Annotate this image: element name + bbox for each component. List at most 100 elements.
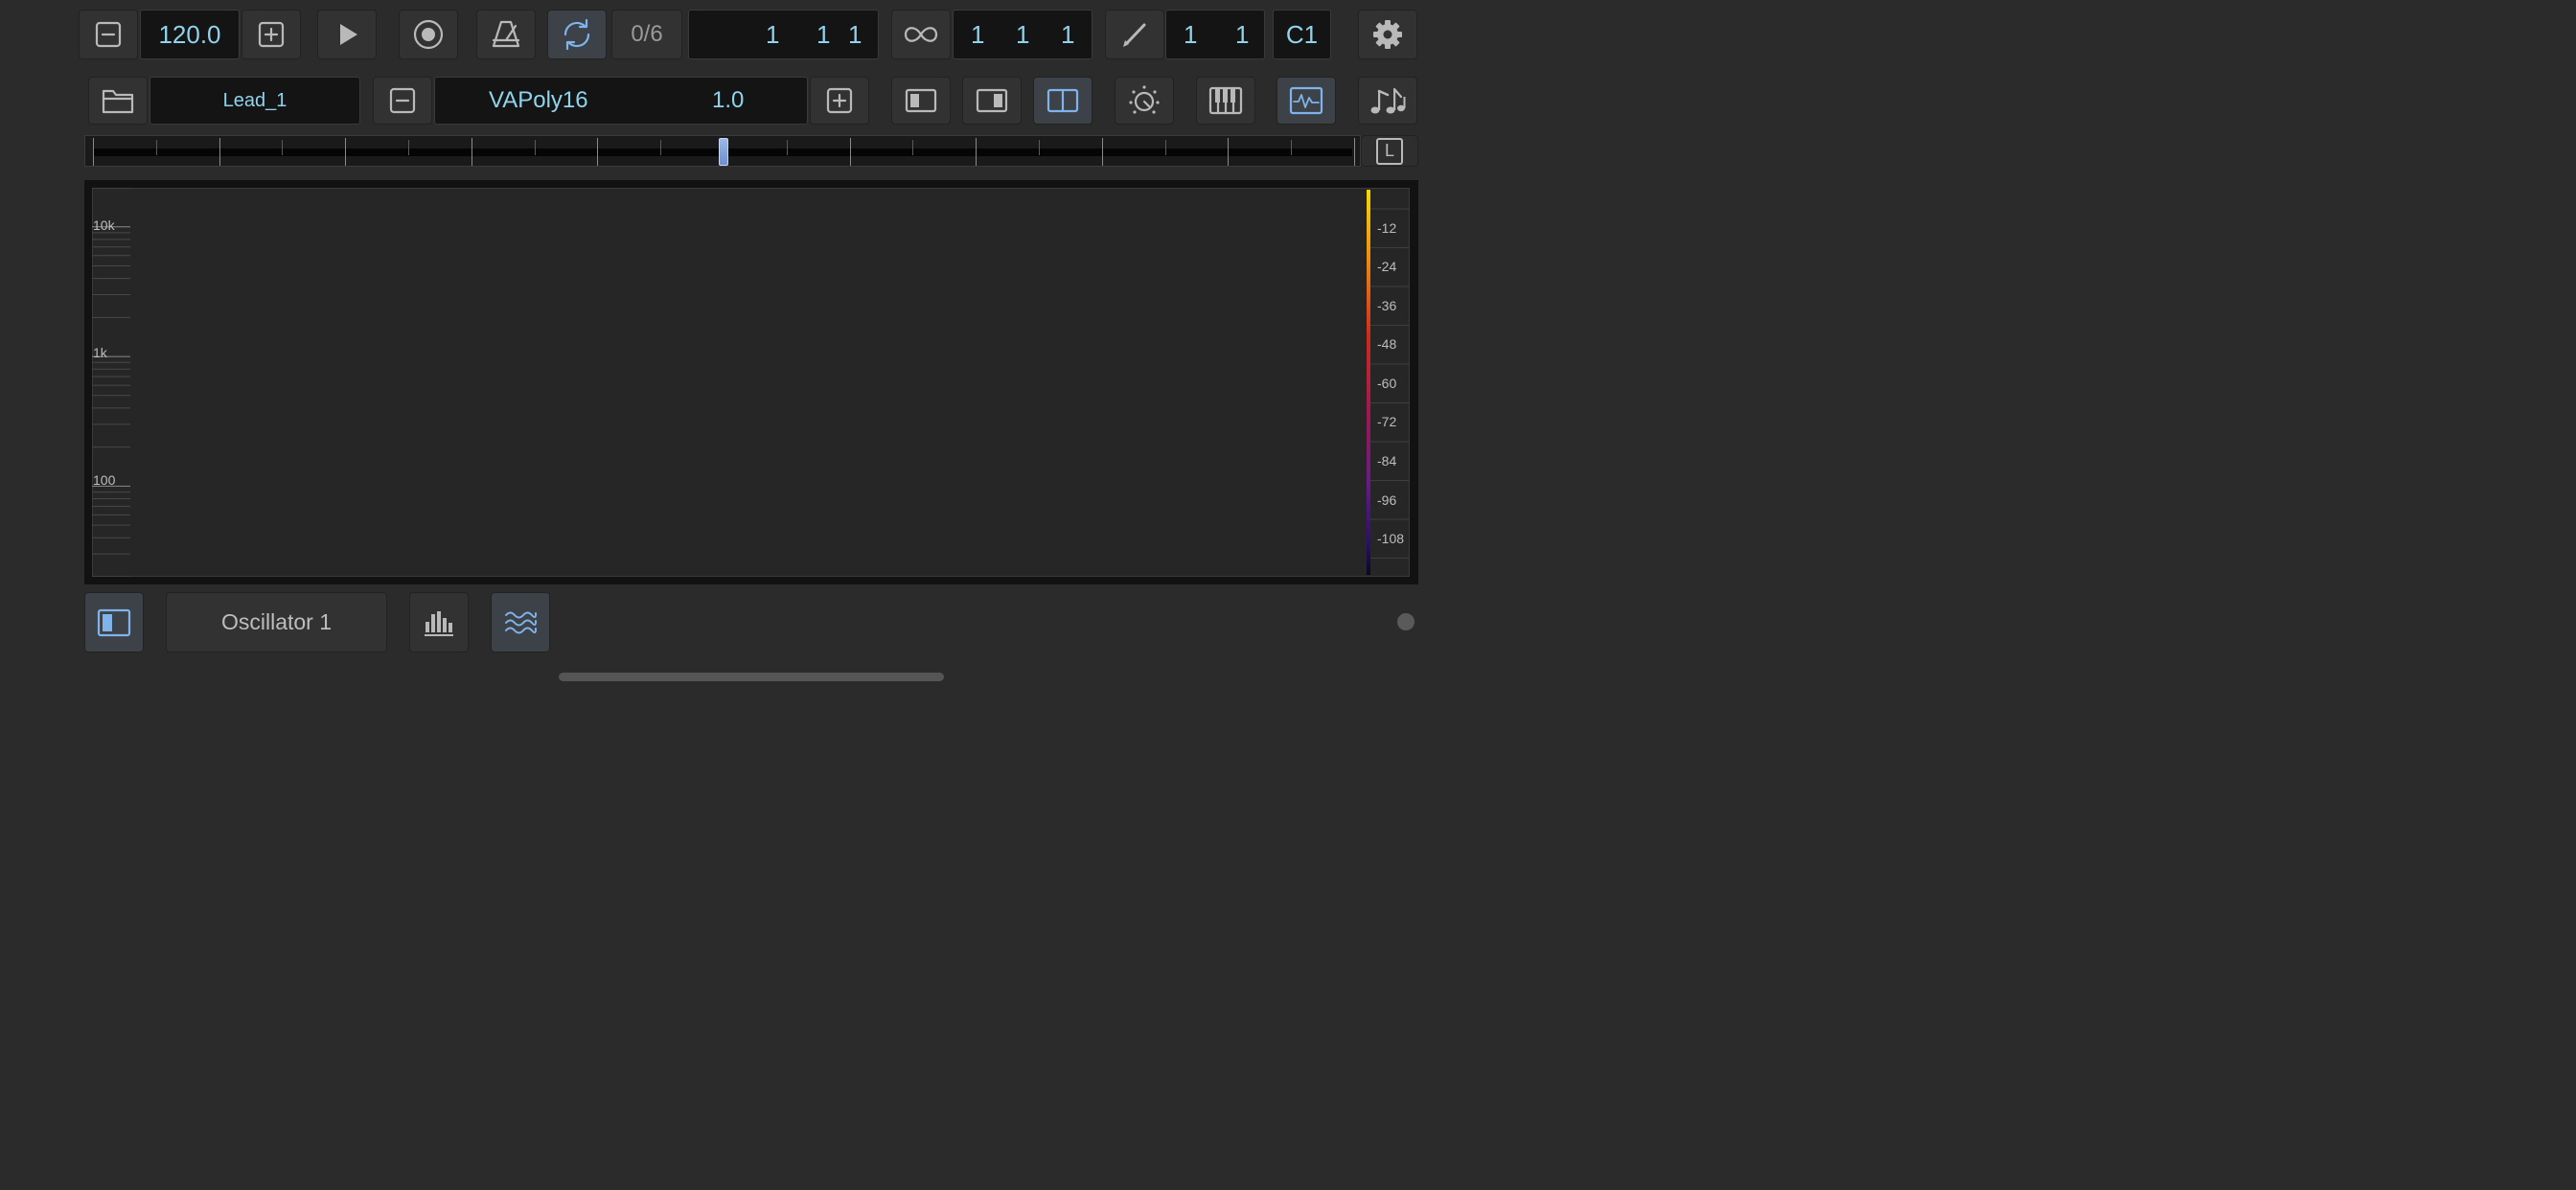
keyboard-view-button[interactable] xyxy=(1196,77,1255,125)
panel-toggle-icon xyxy=(97,608,131,636)
position-display[interactable]: 1 1 1 xyxy=(688,10,879,59)
db-label-48: -48 xyxy=(1377,336,1397,352)
timeline-tick xyxy=(1291,140,1293,155)
waveform-icon xyxy=(1289,86,1323,115)
instrument-field[interactable]: VAPoly16 1.0 xyxy=(434,77,808,125)
key-display[interactable]: C1 xyxy=(1273,10,1331,59)
notes-icon xyxy=(1370,87,1406,114)
db-label-96: -96 xyxy=(1377,492,1397,508)
timeline-tick xyxy=(1039,140,1040,155)
bars-icon xyxy=(425,610,453,636)
timeline-tick xyxy=(849,138,851,166)
spectrogram-panel[interactable]: 10k 1k 100 -12 -24 -36 -48 -60 -72 -84 -… xyxy=(84,180,1418,584)
instrument-next-button[interactable] xyxy=(810,77,869,125)
tempo-value: 120.0 xyxy=(158,19,221,49)
count-in-button[interactable]: 0/6 xyxy=(611,10,682,59)
spectrum-view-button[interactable] xyxy=(1276,77,1336,125)
panel-left-button[interactable] xyxy=(891,77,951,125)
timeline-tick xyxy=(534,140,536,155)
source-select-button[interactable]: Oscillator 1 xyxy=(166,592,387,652)
freq-label-100: 100 xyxy=(93,472,116,488)
timeline-tick xyxy=(155,140,157,155)
pencil-icon xyxy=(1123,23,1146,47)
timeline-tick xyxy=(1164,140,1166,155)
loop-icon xyxy=(564,18,590,51)
play-icon xyxy=(340,24,357,45)
timeline-tick xyxy=(786,140,788,155)
settings-button[interactable] xyxy=(1358,10,1417,59)
home-indicator xyxy=(559,673,944,681)
record-button[interactable] xyxy=(399,10,458,59)
plus-icon xyxy=(258,21,285,48)
record-icon xyxy=(413,19,444,50)
minus-icon xyxy=(95,21,122,48)
edit-grid-b: 1 xyxy=(1235,19,1250,49)
side-panel-toggle-button[interactable] xyxy=(84,592,144,652)
metronome-icon xyxy=(492,20,520,48)
panel-left-icon xyxy=(905,88,937,113)
source-label: Oscillator 1 xyxy=(220,609,333,634)
position-tick: 1 xyxy=(848,19,862,49)
preset-name: Lead_1 xyxy=(222,89,288,111)
preset-name-field[interactable]: Lead_1 xyxy=(150,77,360,125)
timeline-tick xyxy=(93,138,94,166)
loop-toggle-button[interactable] xyxy=(547,10,607,59)
minus-icon xyxy=(389,87,416,114)
notes-view-button[interactable] xyxy=(1358,77,1417,125)
folder-icon xyxy=(102,89,134,114)
timeline-tick xyxy=(282,140,284,155)
timeline-tick xyxy=(1354,138,1355,166)
tempo-increment-button[interactable] xyxy=(242,10,301,59)
infinite-loop-button[interactable] xyxy=(891,10,951,59)
knob-icon xyxy=(1129,85,1160,114)
waves-view-button[interactable] xyxy=(491,592,550,652)
count-in-label: 0/6 xyxy=(631,21,663,47)
loop-length-display[interactable]: 1 1 1 xyxy=(953,10,1092,59)
timeline-lock-label: L xyxy=(1384,141,1394,160)
loop-length-tick: 1 xyxy=(1061,19,1075,49)
edit-tool-button[interactable] xyxy=(1105,10,1164,59)
freq-label-10k: 10k xyxy=(93,217,115,233)
timeline-tick xyxy=(976,138,978,166)
controls-view-button[interactable] xyxy=(1115,77,1174,125)
open-preset-button[interactable] xyxy=(88,77,148,125)
gear-icon xyxy=(1373,20,1402,49)
edit-grid-a: 1 xyxy=(1184,19,1198,49)
instrument-prev-button[interactable] xyxy=(373,77,432,125)
db-label-108: -108 xyxy=(1377,531,1405,546)
keyboard-icon xyxy=(1208,86,1243,115)
timeline-tick xyxy=(345,138,347,166)
key-value: C1 xyxy=(1285,19,1319,49)
edit-grid-display[interactable]: 1 1 xyxy=(1165,10,1265,59)
position-bar: 1 xyxy=(766,19,780,49)
timeline-playhead[interactable] xyxy=(719,138,728,166)
timeline-tick xyxy=(660,140,662,155)
panel-right-icon xyxy=(976,88,1008,113)
timeline-ruler[interactable] xyxy=(84,135,1361,167)
tempo-decrement-button[interactable] xyxy=(79,10,138,59)
timeline-tick xyxy=(912,140,914,155)
play-button[interactable] xyxy=(317,10,377,59)
db-label-72: -72 xyxy=(1377,414,1397,429)
db-label-24: -24 xyxy=(1377,259,1397,274)
timeline-tick xyxy=(218,138,220,166)
db-label-12: -12 xyxy=(1377,220,1397,236)
plus-icon xyxy=(826,87,853,114)
instrument-name: VAPoly16 xyxy=(489,87,588,113)
timeline-tick xyxy=(1101,138,1103,166)
position-beat: 1 xyxy=(816,19,831,49)
spectrogram-area xyxy=(92,188,1410,577)
timeline-lock-button[interactable]: L xyxy=(1361,135,1418,167)
loop-length-bar: 1 xyxy=(971,19,985,49)
freq-label-1k: 1k xyxy=(93,345,107,360)
db-label-84: -84 xyxy=(1377,453,1397,469)
infinity-icon xyxy=(904,27,938,42)
loop-length-beat: 1 xyxy=(1016,19,1030,49)
tempo-field[interactable]: 120.0 xyxy=(140,10,240,59)
db-label-36: -36 xyxy=(1377,298,1397,313)
bars-view-button[interactable] xyxy=(409,592,469,652)
timeline-tick xyxy=(1228,138,1230,166)
panel-right-button[interactable] xyxy=(962,77,1022,125)
metronome-button[interactable] xyxy=(476,10,536,59)
panel-split-button[interactable] xyxy=(1033,77,1092,125)
